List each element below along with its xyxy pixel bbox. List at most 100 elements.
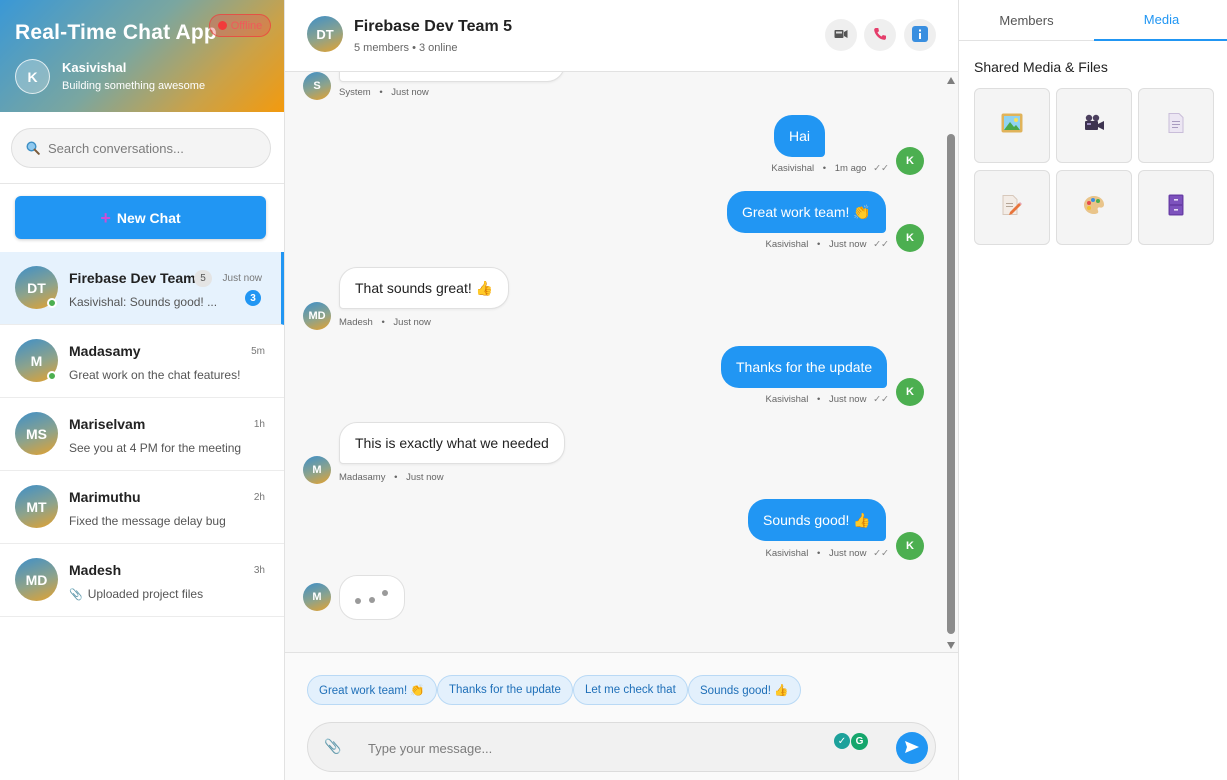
- quick-reply-chip[interactable]: Let me check that: [573, 675, 688, 705]
- search-box[interactable]: [11, 128, 271, 168]
- message-input-bar: 📎 ✓ G: [307, 722, 936, 772]
- tab-media[interactable]: Media: [1094, 0, 1227, 41]
- details-panel: Members Media Shared Media & Files: [958, 0, 1227, 780]
- grammar-extension-icon[interactable]: ✓: [834, 733, 850, 749]
- read-receipt-icon: ✓✓: [873, 548, 889, 559]
- message-time: Just now: [393, 317, 431, 328]
- video-call-button[interactable]: [825, 19, 857, 51]
- message-scrollbar[interactable]: [946, 72, 956, 652]
- paperclip-icon[interactable]: 📎: [324, 738, 341, 755]
- chat-title: Firebase Dev Team 5: [354, 18, 513, 35]
- avatar-initials: M: [30, 352, 43, 369]
- document-icon: [1168, 113, 1184, 138]
- current-user-avatar[interactable]: K: [15, 59, 50, 94]
- conversation-item[interactable]: MD Madesh 3h 📎 Uploaded project files: [0, 544, 284, 617]
- conversation-time: 3h: [253, 565, 265, 576]
- sender-avatar: K: [896, 378, 924, 406]
- message-bubble: That sounds great! 👍: [339, 267, 510, 309]
- tab-members[interactable]: Members: [959, 0, 1094, 41]
- send-button[interactable]: [896, 732, 928, 764]
- connection-status-label: Offline: [230, 19, 263, 32]
- conversation-name: Madasamy: [69, 343, 141, 359]
- message-sender: Kasivishal: [765, 239, 809, 250]
- grammarly-icon[interactable]: G: [851, 733, 868, 750]
- media-item[interactable]: [974, 88, 1050, 163]
- read-receipt-icon: ✓✓: [873, 163, 889, 174]
- meta-separator: •: [816, 548, 821, 559]
- message-bubble: Hai: [774, 115, 826, 157]
- quick-reply-chip[interactable]: Sounds good! 👍: [688, 675, 801, 705]
- app-header: Real-Time Chat App Offline K Kasivishal …: [0, 0, 284, 112]
- conversation-item[interactable]: DT Firebase Dev Team 5 Just now Kasivish…: [0, 252, 284, 325]
- sender-avatar: MD: [303, 302, 331, 330]
- media-item[interactable]: [1056, 170, 1132, 245]
- typing-user-avatar: M: [303, 583, 331, 611]
- chat-subtitle: 5 members • 3 online: [354, 42, 458, 54]
- scroll-down-arrow-icon[interactable]: [947, 642, 955, 649]
- message-sender: Kasivishal: [765, 394, 809, 405]
- read-receipt-icon: ✓✓: [873, 394, 889, 405]
- meta-separator: •: [381, 317, 385, 328]
- message-time: 1m ago: [834, 163, 867, 174]
- new-chat-label: New Chat: [116, 209, 181, 226]
- conversation-preview: Fixed the message delay bug: [69, 514, 226, 528]
- conversation-name: Madesh: [69, 562, 122, 578]
- read-receipt-icon: ✓✓: [873, 239, 889, 250]
- message-time: Just now: [391, 87, 429, 98]
- message-time: Just now: [828, 394, 867, 405]
- voice-call-button[interactable]: [864, 19, 896, 51]
- media-item[interactable]: [1138, 170, 1214, 245]
- message-time: Just now: [828, 548, 867, 559]
- unread-count-badge: 3: [245, 290, 261, 306]
- media-item[interactable]: [974, 170, 1050, 245]
- message-time: Just now: [406, 472, 444, 483]
- scrollbar-thumb[interactable]: [947, 134, 955, 634]
- search-input[interactable]: [48, 138, 258, 158]
- conversations-sidebar: Real-Time Chat App Offline K Kasivishal …: [0, 0, 285, 780]
- conversation-item[interactable]: MS Mariselvam 1h See you at 4 PM for the…: [0, 398, 284, 471]
- message-meta: Madesh • Just now: [339, 317, 431, 328]
- member-count-badge: 5: [194, 270, 212, 287]
- quick-reply-chip[interactable]: Great work team! 👏: [307, 675, 437, 705]
- message-sender: Kasivishal: [765, 548, 809, 559]
- info-icon: [912, 25, 928, 45]
- conversation-preview: See you at 4 PM for the meeting: [69, 441, 242, 455]
- edit-document-icon: [1002, 195, 1022, 220]
- media-item[interactable]: [1056, 88, 1132, 163]
- quick-reply-chip[interactable]: Thanks for the update: [437, 675, 573, 705]
- message-sender: Madesh: [339, 317, 373, 328]
- chat-avatar: DT: [307, 16, 343, 52]
- conversation-preview: 📎 Uploaded project files: [69, 587, 203, 601]
- new-chat-button[interactable]: + New Chat: [15, 196, 266, 239]
- online-indicator: [47, 371, 57, 381]
- message-bubble: Great work team! 👏: [727, 191, 886, 233]
- meta-separator: •: [379, 87, 383, 98]
- archive-icon: [1168, 194, 1184, 221]
- online-indicator: [47, 298, 57, 308]
- message-time: Just now: [828, 239, 867, 250]
- message-sender: System: [339, 87, 371, 98]
- sender-avatar: K: [896, 147, 924, 175]
- scroll-up-arrow-icon[interactable]: [947, 77, 955, 84]
- search-section: [0, 112, 284, 184]
- current-user-name: Kasivishal: [62, 60, 127, 75]
- avatar-initials: MT: [26, 498, 47, 515]
- typing-dot: [382, 590, 388, 596]
- message-input[interactable]: [368, 738, 808, 758]
- info-button[interactable]: [904, 19, 936, 51]
- message-meta: System • Just now: [339, 87, 429, 98]
- message-list[interactable]: S System • Just now Hai K Kasivishal • 1…: [285, 72, 958, 653]
- video-camera-icon: [1083, 114, 1105, 137]
- phone-icon: [873, 27, 887, 44]
- message-meta: Madasamy • Just now: [339, 472, 444, 483]
- conversation-name: Mariselvam: [69, 416, 146, 432]
- status-dot-icon: [217, 21, 227, 30]
- conversation-time: 5m: [251, 346, 265, 357]
- conversation-preview: Kasivishal: Sounds good! ...: [69, 295, 218, 309]
- conversation-item[interactable]: MT Marimuthu 2h Fixed the message delay …: [0, 471, 284, 544]
- sender-avatar: S: [303, 72, 331, 100]
- conversation-list: DT Firebase Dev Team 5 Just now Kasivish…: [0, 252, 284, 617]
- conversation-item[interactable]: M Madasamy 5m Great work on the chat fea…: [0, 325, 284, 398]
- current-user-status: Building something awesome: [62, 80, 206, 92]
- media-item[interactable]: [1138, 88, 1214, 163]
